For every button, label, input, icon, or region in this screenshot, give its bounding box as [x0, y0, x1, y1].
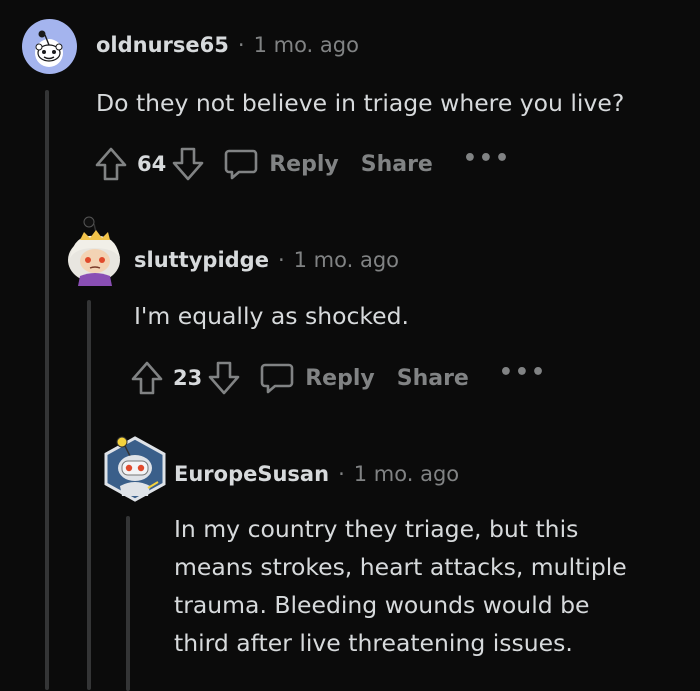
comment-meta: EuropeSusan · 1 mo. ago — [174, 462, 459, 486]
custom-snoo-avatar-icon[interactable] — [64, 214, 128, 286]
username[interactable]: sluttypidge — [134, 248, 269, 272]
username[interactable]: EuropeSusan — [174, 462, 329, 486]
comment-bubble-icon — [224, 149, 258, 180]
comment-text-line: I'm equally as shocked. — [134, 302, 410, 330]
comment-meta: sluttypidge · 1 mo. ago — [134, 248, 399, 272]
timestamp[interactable]: 1 mo. ago — [254, 33, 359, 57]
comment-body: In my country they triage, but this mean… — [174, 510, 627, 662]
reply-label: Reply — [305, 365, 375, 391]
comment-text-line: means strokes, heart attacks, multiple — [174, 553, 627, 581]
comment-actions: 23 Reply Share ••• — [130, 358, 547, 398]
reply-button[interactable]: Reply — [259, 360, 375, 396]
upvote-icon[interactable] — [130, 360, 164, 396]
timestamp[interactable]: 1 mo. ago — [354, 462, 459, 486]
comment-body: Do they not believe in triage where you … — [96, 84, 624, 122]
downvote-icon[interactable] — [171, 146, 205, 182]
comment-text-line: third after live threatening issues. — [174, 629, 573, 657]
comment-actions: 64 Reply Share ••• — [94, 144, 511, 184]
comment-meta: oldnurse65 · 1 mo. ago — [96, 33, 359, 57]
vote-score: 64 — [137, 152, 167, 176]
thread-line[interactable] — [126, 516, 130, 691]
comment-text-line: In my country they triage, but this — [174, 515, 579, 543]
timestamp[interactable]: 1 mo. ago — [294, 248, 399, 272]
comment-text-line: Do they not believe in triage where you … — [96, 89, 625, 117]
thread-line[interactable] — [87, 300, 91, 690]
share-button[interactable]: Share — [361, 152, 433, 177]
separator: · — [277, 248, 285, 272]
reply-label: Reply — [269, 151, 339, 177]
vote-score: 23 — [173, 366, 203, 390]
separator: · — [237, 33, 245, 57]
reply-button[interactable]: Reply — [223, 146, 339, 182]
default-snoo-avatar-icon[interactable] — [22, 19, 77, 74]
robot-snoo-avatar-icon[interactable] — [102, 430, 168, 504]
username[interactable]: oldnurse65 — [96, 33, 229, 57]
comment-body: I'm equally as shocked. — [134, 297, 409, 335]
share-button[interactable]: Share — [397, 366, 469, 391]
downvote-icon[interactable] — [207, 360, 241, 396]
more-options-icon[interactable]: ••• — [463, 146, 511, 171]
comment-text-line: trauma. Bleeding wounds would be — [174, 591, 590, 619]
upvote-icon[interactable] — [94, 146, 128, 182]
thread-line[interactable] — [45, 90, 49, 690]
more-options-icon[interactable]: ••• — [499, 360, 547, 385]
separator: · — [338, 462, 345, 486]
comment-bubble-icon — [260, 363, 294, 394]
